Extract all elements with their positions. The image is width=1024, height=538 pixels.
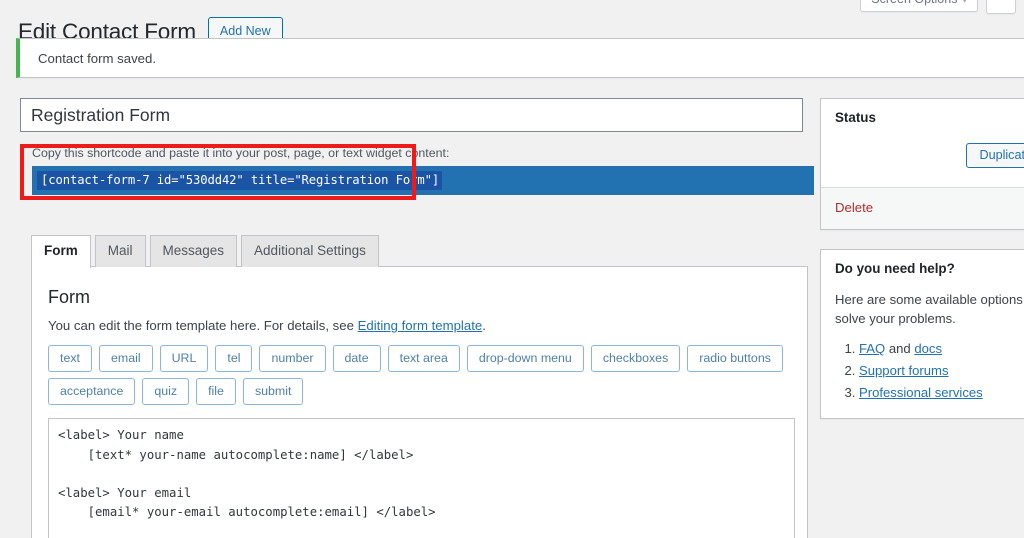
tab-form[interactable]: Form xyxy=(31,235,91,269)
tag-button-file[interactable]: file xyxy=(196,378,236,406)
help-card-body: Do you need help? Here are some availabl… xyxy=(821,250,1024,418)
tag-button-submit[interactable]: submit xyxy=(242,378,304,406)
success-notice: Contact form saved. xyxy=(16,38,1024,78)
description-period: . xyxy=(482,318,486,334)
editing-form-template-link[interactable]: Editing form template xyxy=(358,318,483,333)
help-description-line1: Here are some available options to h xyxy=(835,292,1024,307)
help-list-item: Support forums xyxy=(859,360,1023,382)
editor-tabs: Form Mail Messages Additional Settings xyxy=(31,234,808,269)
faq-and-text: and xyxy=(885,341,915,356)
form-tab-panel: Form You can edit the form template here… xyxy=(31,266,808,538)
status-title: Status xyxy=(835,110,876,125)
screen-meta-links: Screen Options ▾ xyxy=(860,0,1016,14)
tag-button-text-area[interactable]: text area xyxy=(387,345,460,373)
support-forums-link[interactable]: Support forums xyxy=(859,363,949,378)
help-list-item: FAQ and docs xyxy=(859,338,1023,360)
tag-button-quiz[interactable]: quiz xyxy=(142,378,190,406)
shortcode-help-text: Copy this shortcode and paste it into yo… xyxy=(32,146,450,160)
tag-button-radio-buttons[interactable]: radio buttons xyxy=(687,345,783,373)
faq-link[interactable]: FAQ xyxy=(859,341,885,356)
help-list-item: Professional services xyxy=(859,382,1023,404)
duplicate-button[interactable]: Duplicate xyxy=(966,142,1024,168)
shortcode-section: Copy this shortcode and paste it into yo… xyxy=(20,144,814,200)
chevron-down-icon: ▾ xyxy=(962,0,967,5)
shortcode-value: [contact-form-7 id="530dd42" title="Regi… xyxy=(37,171,443,190)
help-description: Here are some available options to h sol… xyxy=(835,290,1024,328)
tag-button-checkboxes[interactable]: checkboxes xyxy=(590,345,681,373)
form-panel-heading: Form xyxy=(48,287,90,308)
tag-button-drop-down-menu[interactable]: drop-down menu xyxy=(466,345,584,373)
tag-button-number[interactable]: number xyxy=(259,345,326,373)
screen-options-button[interactable]: Screen Options ▾ xyxy=(860,0,978,12)
help-card: Do you need help? Here are some availabl… xyxy=(820,249,1024,419)
tab-mail[interactable]: Mail xyxy=(94,235,146,268)
status-card-footer: Delete xyxy=(821,187,1024,229)
professional-services-link[interactable]: Professional services xyxy=(859,385,983,400)
help-toggle-button[interactable] xyxy=(986,0,1016,14)
tag-button-text[interactable]: text xyxy=(48,345,92,373)
tag-button-tel[interactable]: tel xyxy=(215,345,253,373)
delete-link[interactable]: Delete xyxy=(835,200,873,215)
screen-options-label: Screen Options xyxy=(871,0,957,6)
admin-page: Screen Options▾ Edit Contact Form Add Ne… xyxy=(0,0,1024,538)
form-panel-description: You can edit the form template here. For… xyxy=(48,318,791,333)
tag-button-email[interactable]: email xyxy=(98,345,153,373)
help-description-line2: solve your problems. xyxy=(835,311,956,326)
tag-button-url[interactable]: URL xyxy=(159,345,209,373)
help-title: Do you need help? xyxy=(835,261,955,276)
notice-message: Contact form saved. xyxy=(38,50,157,66)
status-actions: Duplicate xyxy=(835,131,1024,173)
form-template-textarea[interactable]: <label> Your name [text* your-name autoc… xyxy=(48,418,795,538)
description-text: You can edit the form template here. For… xyxy=(48,318,358,334)
tag-generator-buttons: text email URL tel number date text area… xyxy=(48,345,791,406)
help-links-list: FAQ and docs Support forums Professional… xyxy=(835,338,1023,404)
tab-additional-settings[interactable]: Additional Settings xyxy=(241,235,379,268)
status-card: Status Duplicate Delete xyxy=(820,98,1024,230)
form-title-input[interactable] xyxy=(20,98,803,132)
tab-messages[interactable]: Messages xyxy=(149,235,238,268)
docs-link[interactable]: docs xyxy=(914,341,942,356)
tag-button-date[interactable]: date xyxy=(332,345,381,373)
sidebar-column: Status Duplicate Delete Do you need help… xyxy=(820,98,1024,438)
shortcode-input[interactable]: [contact-form-7 id="530dd42" title="Regi… xyxy=(32,166,814,195)
main-column: Copy this shortcode and paste it into yo… xyxy=(20,98,814,538)
status-card-body: Status Duplicate xyxy=(821,99,1024,187)
tag-button-acceptance[interactable]: acceptance xyxy=(48,378,136,406)
